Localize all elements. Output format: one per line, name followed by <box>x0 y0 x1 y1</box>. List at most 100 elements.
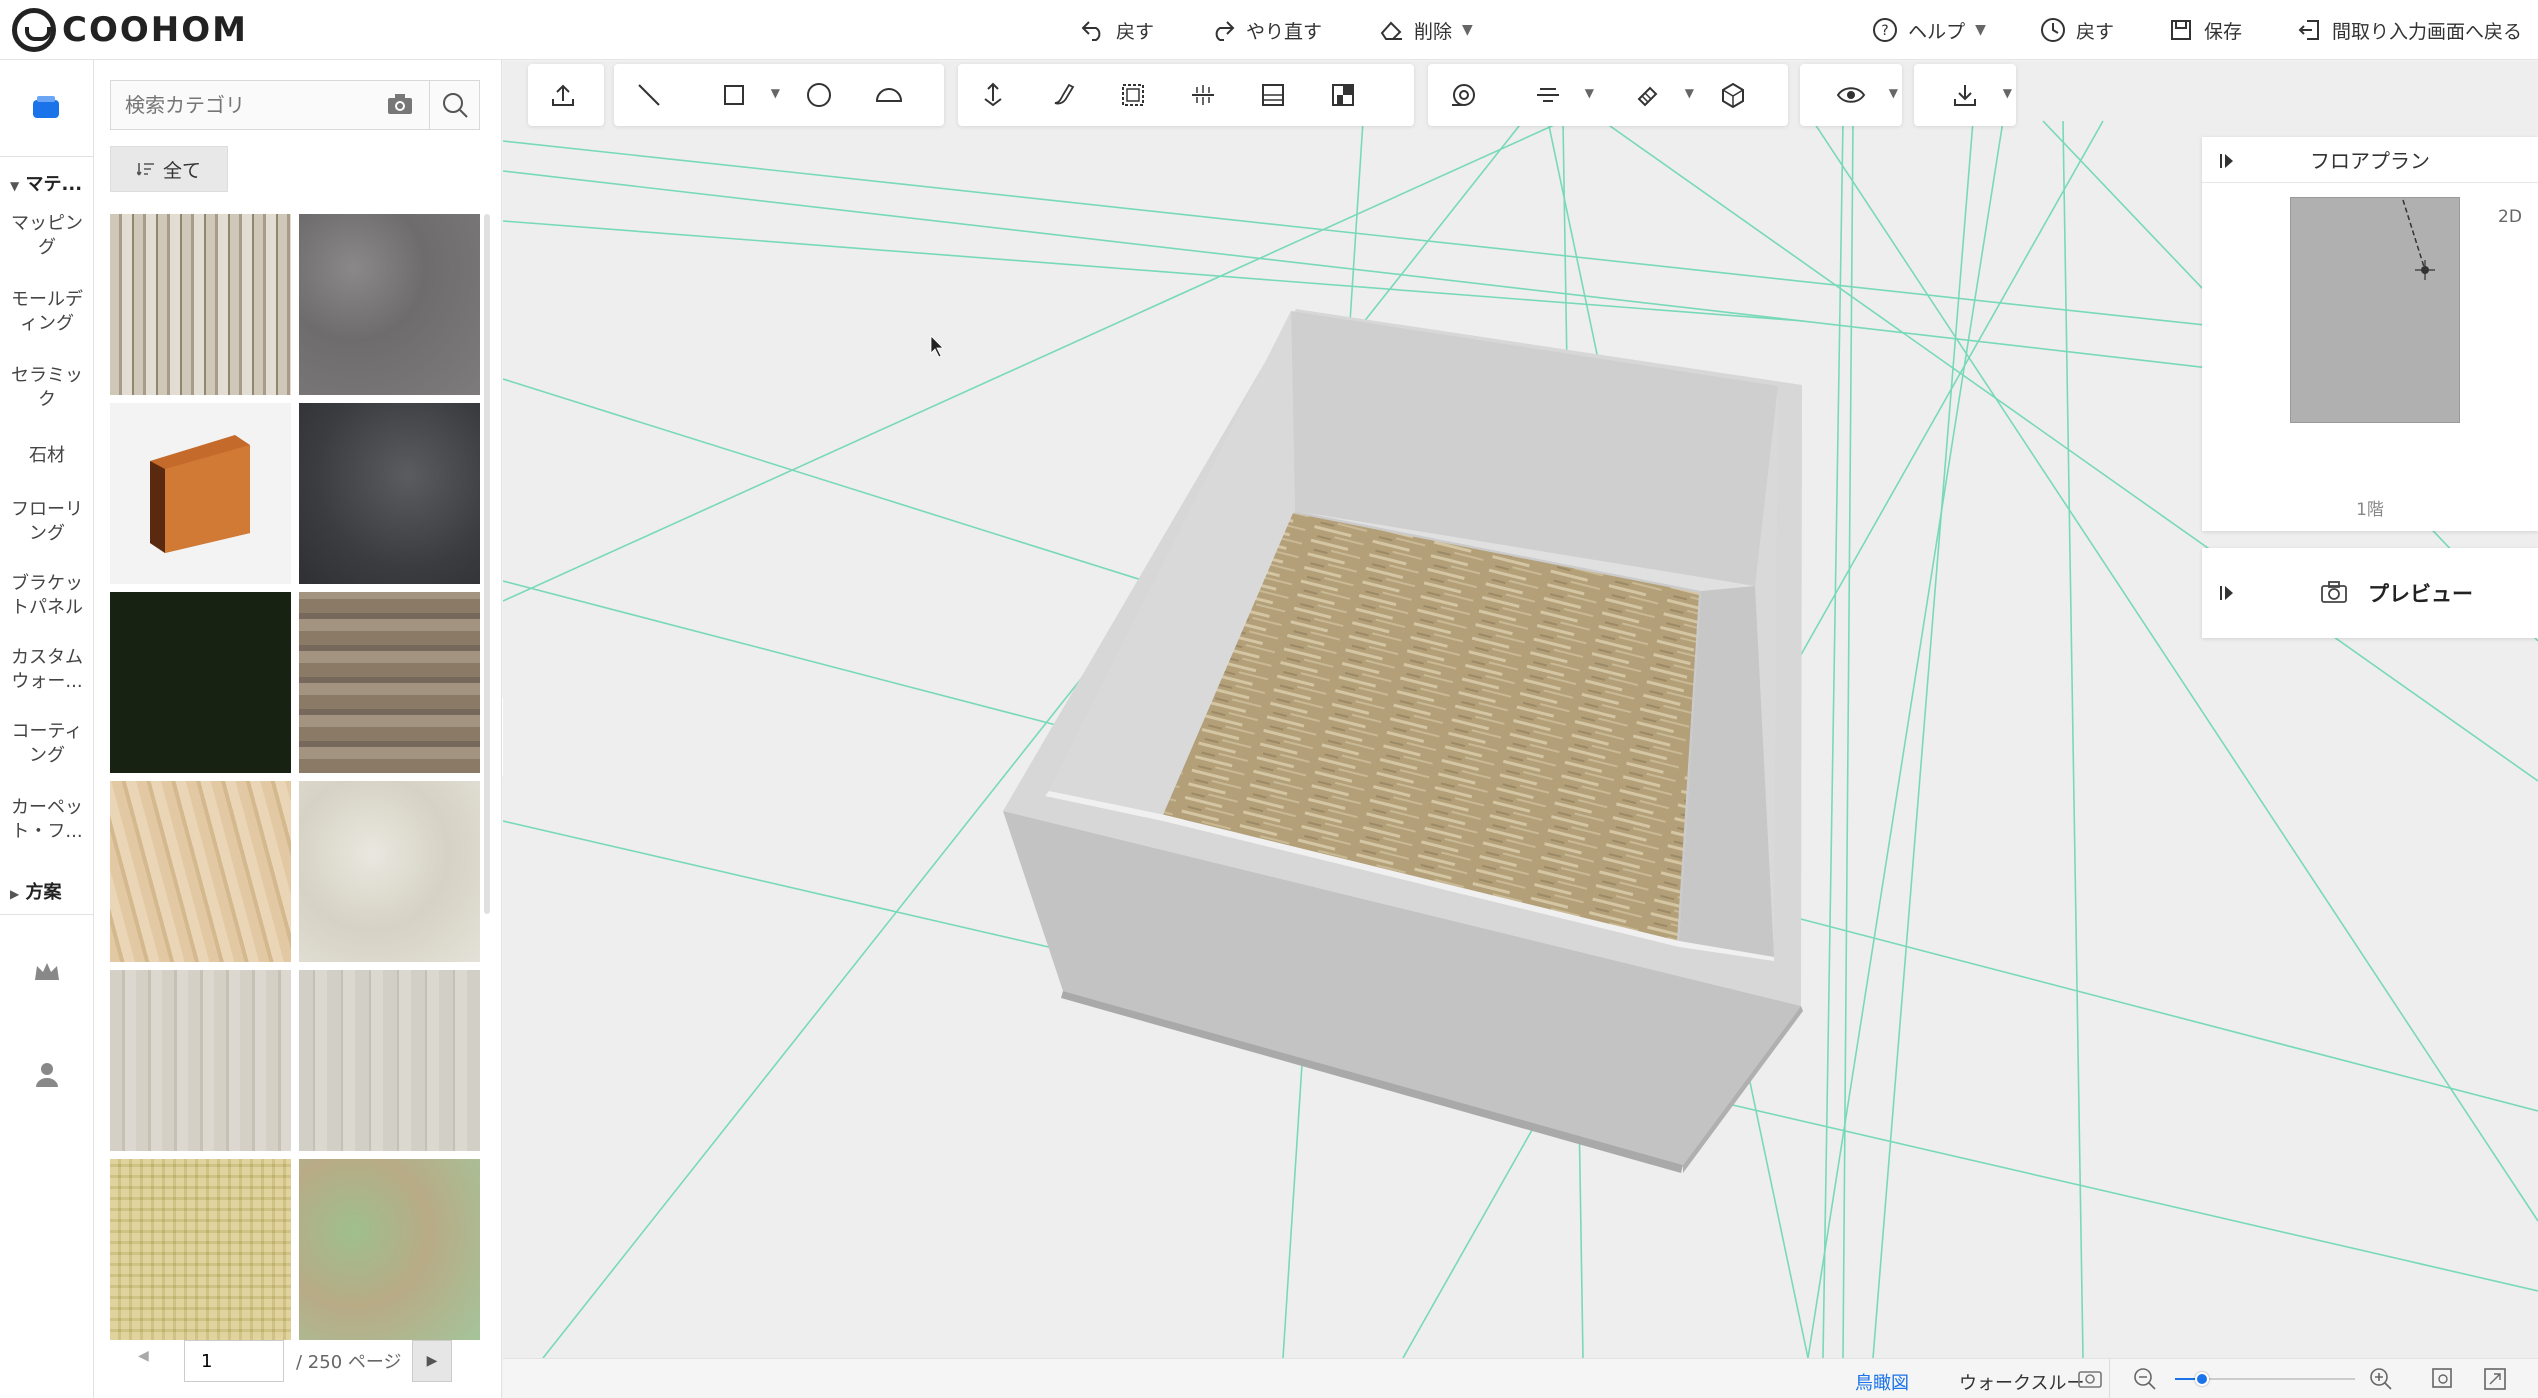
wall-panel-tool[interactable] <box>1238 64 1308 126</box>
spiral-tool[interactable] <box>1428 64 1498 126</box>
history-button[interactable]: 戻す <box>2040 17 2114 44</box>
section-materials-label: マテ... <box>25 174 83 195</box>
panel-toggle-icon[interactable] <box>2218 584 2236 606</box>
sidebar-item-molding[interactable]: モールディング <box>0 288 94 336</box>
undo-icon <box>1080 17 1106 43</box>
help-button[interactable]: ? ヘルプ ▼ <box>1872 17 1986 44</box>
mode-2d-toggle[interactable]: 2D <box>2498 207 2522 227</box>
brush-tool[interactable] <box>1028 64 1098 126</box>
back-to-floorplan-button[interactable]: 間取り入力画面へ戻る <box>2296 17 2522 44</box>
floorplan-minimap[interactable] <box>2290 197 2460 423</box>
svg-text:?: ? <box>1881 23 1888 39</box>
layout-tool[interactable] <box>1308 64 1378 126</box>
fit-view-icon[interactable] <box>2431 1367 2455 1395</box>
undo-button[interactable]: 戻す <box>1080 17 1154 44</box>
material-tile-dark-green[interactable] <box>110 592 291 773</box>
view-walkthrough-tab[interactable]: ウォークスルー <box>1959 1369 2084 1395</box>
chevron-down-icon[interactable]: ▼ <box>1685 86 1694 100</box>
back-to-floorplan-label: 間取り入力画面へ戻る <box>2331 20 2522 43</box>
sidebar-item-stone[interactable]: 石材 <box>0 444 94 468</box>
chevron-down-icon[interactable]: ▼ <box>1889 86 1898 100</box>
sidebar-item-label: モールディング <box>11 289 83 334</box>
paint-tool[interactable]: ▼ <box>1598 64 1698 126</box>
align-tool[interactable] <box>1168 64 1238 126</box>
cube-tool[interactable] <box>1698 64 1768 126</box>
eraser-icon <box>1378 17 1404 43</box>
select-area-tool[interactable] <box>1098 64 1168 126</box>
edit-actions: 戻す やり直す 削除 ▼ <box>1080 0 1473 60</box>
material-tile-gray-carpet[interactable] <box>299 214 480 395</box>
toolbar-group-draw: ▼ <box>614 64 944 126</box>
chevron-down-icon[interactable]: ▼ <box>2003 86 2012 100</box>
camera-search-icon[interactable] <box>387 93 413 119</box>
logo-text: COOHOM <box>62 10 248 50</box>
material-tile-dark-stone[interactable] <box>299 403 480 584</box>
material-tile-white-wood-2[interactable] <box>299 970 480 1151</box>
divider <box>2109 1359 2110 1398</box>
help-icon: ? <box>1872 17 1898 43</box>
page-input[interactable] <box>184 1340 284 1382</box>
sidebar-item-carpet[interactable]: カーペット・フ... <box>0 796 94 844</box>
zoom-in-icon[interactable] <box>2369 1367 2393 1395</box>
zoom-out-icon[interactable] <box>2133 1367 2157 1395</box>
sidebar-item-custom-wall[interactable]: カスタムウォー... <box>0 646 94 694</box>
toolbar-group-edit <box>958 64 1414 126</box>
material-tile-light-oak[interactable] <box>110 781 291 962</box>
sidebar-item-ceramic[interactable]: セラミック <box>0 364 94 412</box>
material-tile-white-wood[interactable] <box>110 970 291 1151</box>
chevron-down-icon[interactable]: ▼ <box>1462 22 1473 38</box>
sidebar-item-coating[interactable]: コーティング <box>0 720 94 768</box>
distribute-tool[interactable]: ▼ <box>1498 64 1598 126</box>
circle-tool[interactable] <box>784 64 854 126</box>
search-input[interactable] <box>111 93 381 117</box>
app-logo[interactable]: COOHOM <box>12 8 248 52</box>
arc-tool[interactable] <box>854 64 924 126</box>
floorplan-header: フロアプラン <box>2202 137 2538 183</box>
materials-tab-icon[interactable] <box>30 92 62 128</box>
top-bar: COOHOM 戻す やり直す 削除 ▼ ? ヘルプ ▼ 戻す 保存 間取り入力画… <box>0 0 2538 60</box>
material-tile-wood-birch[interactable] <box>110 214 291 395</box>
bottom-bar: 鳥瞰図 ウォークスルー <box>503 1358 2538 1398</box>
pagination: ◀ / 250 ページ ▶ <box>94 1332 502 1392</box>
mouse-cursor <box>930 335 944 358</box>
prev-page-icon[interactable]: ◀ <box>138 1348 149 1364</box>
sidebar-item-label: ブラケットパネル <box>11 573 83 618</box>
zoom-slider-handle[interactable] <box>2195 1372 2209 1386</box>
move-tool[interactable] <box>958 64 1028 126</box>
chevron-down-icon[interactable]: ▼ <box>1975 22 1986 38</box>
material-tile-plaid-fabric[interactable] <box>110 1159 291 1340</box>
visibility-tool[interactable]: ▼ <box>1800 64 1902 126</box>
search-button[interactable] <box>429 81 479 129</box>
material-tile-green-terrazzo[interactable] <box>299 1159 480 1340</box>
toolbar-group-export: ▼ <box>1914 64 2016 126</box>
floorplan-panel: フロアプラン 2D 1階 <box>2202 137 2538 531</box>
panel-toggle-icon[interactable] <box>2218 151 2236 175</box>
download-tool[interactable]: ▼ <box>1914 64 2016 126</box>
material-tile-brown-wood[interactable] <box>299 592 480 773</box>
chevron-down-icon[interactable]: ▼ <box>1585 86 1594 100</box>
redo-button[interactable]: やり直す <box>1210 17 1322 44</box>
sidebar-item-bracket-panel[interactable]: ブラケットパネル <box>0 572 94 620</box>
upload-tool[interactable] <box>528 64 598 126</box>
next-page-button[interactable]: ▶ <box>412 1340 452 1382</box>
user-icon[interactable] <box>33 1060 61 1092</box>
logo-mark-icon <box>12 8 56 52</box>
crown-icon[interactable] <box>33 960 61 988</box>
chevron-down-icon[interactable]: ▼ <box>771 86 780 100</box>
screenshot-icon[interactable] <box>2077 1367 2103 1393</box>
sidebar-item-flooring[interactable]: フローリング <box>0 498 94 546</box>
section-materials[interactable]: ▼ マテ... <box>10 170 82 196</box>
fullscreen-icon[interactable] <box>2483 1367 2507 1395</box>
camera-icon <box>2320 580 2348 608</box>
material-tile-skirting-board[interactable] <box>110 403 291 584</box>
all-filter-button[interactable]: 全て <box>110 146 228 192</box>
line-tool[interactable] <box>614 64 684 126</box>
save-button[interactable]: 保存 <box>2168 17 2242 44</box>
rectangle-tool[interactable]: ▼ <box>684 64 784 126</box>
view-birdseye-tab[interactable]: 鳥瞰図 <box>1855 1369 1909 1395</box>
material-tile-marble-cream[interactable] <box>299 781 480 962</box>
sidebar-item-mapping[interactable]: マッピング <box>0 212 94 260</box>
section-plans[interactable]: ▶ 方案 <box>10 878 62 904</box>
delete-button[interactable]: 削除 ▼ <box>1378 17 1473 44</box>
panel-scrollbar[interactable] <box>484 214 490 914</box>
